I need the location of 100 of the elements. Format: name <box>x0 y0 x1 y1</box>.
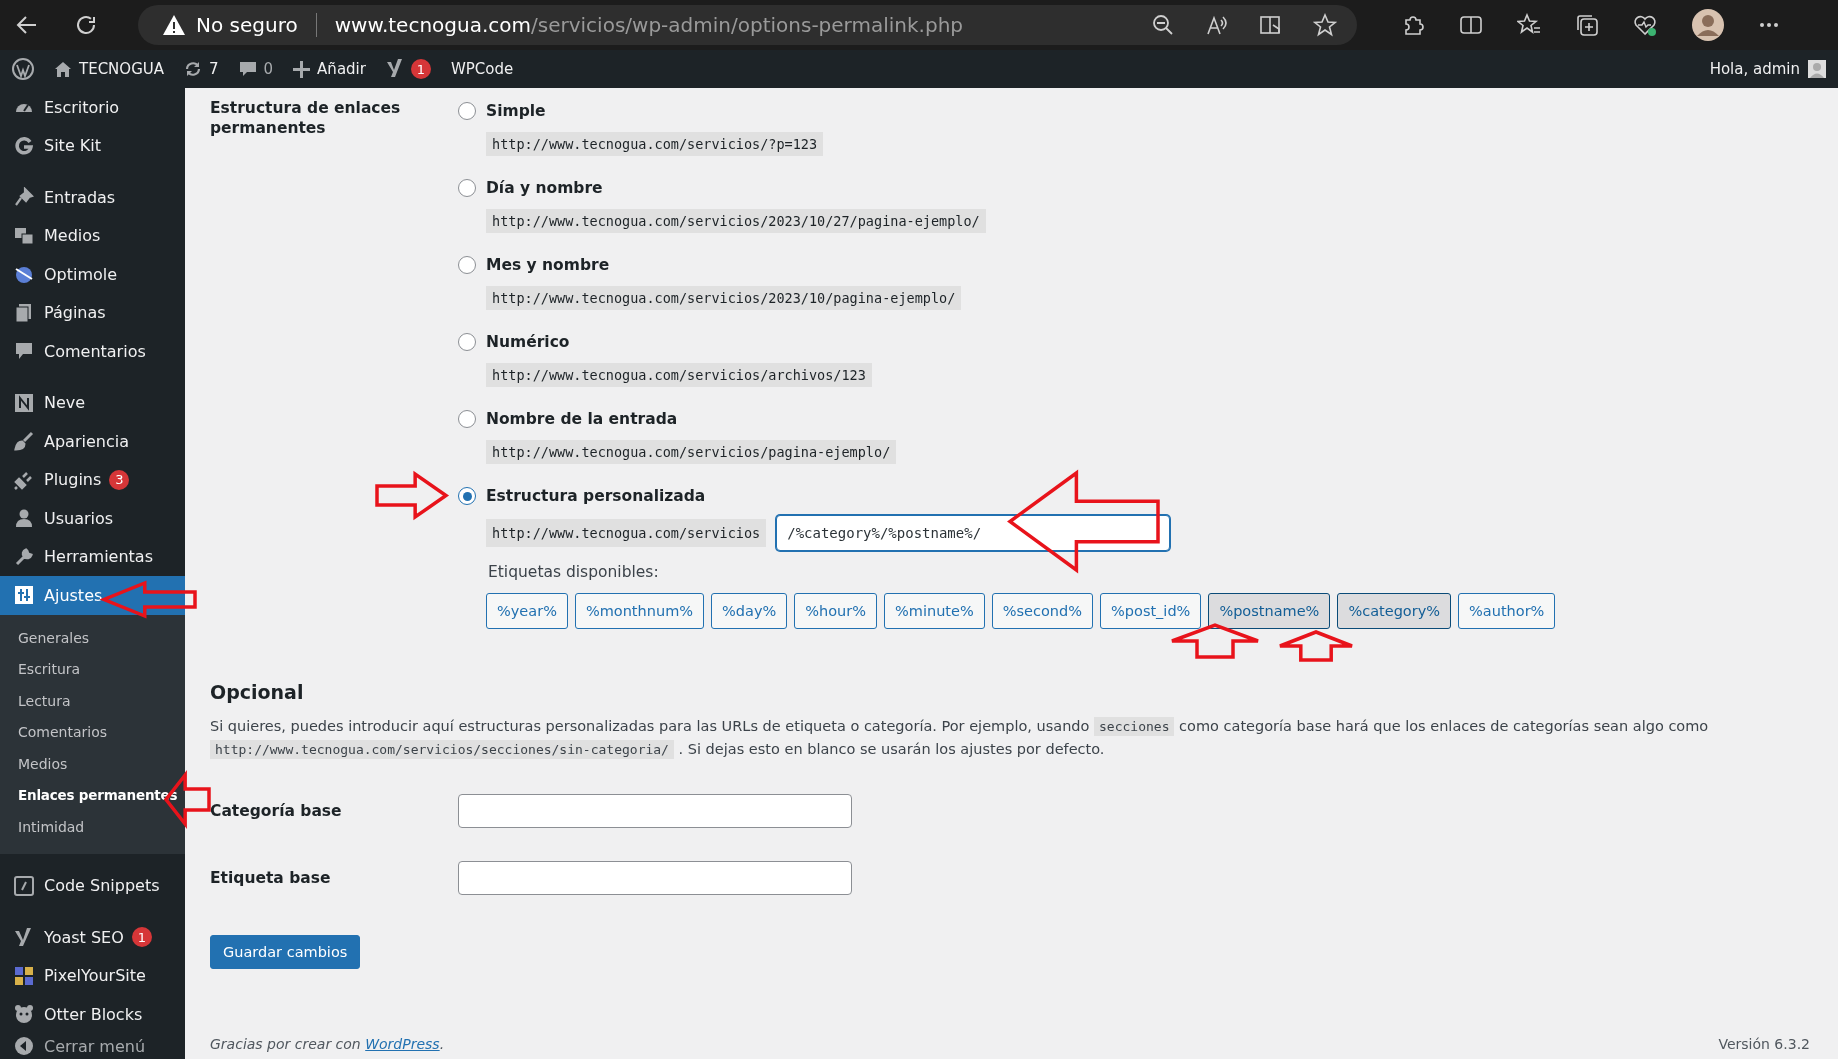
option-label: Día y nombre <box>486 179 603 197</box>
option-label: Mes y nombre <box>486 256 610 274</box>
tag-button[interactable]: %minute% <box>884 593 985 629</box>
menu-item[interactable]: Entradas <box>0 178 185 217</box>
radio-button[interactable] <box>458 179 476 197</box>
count-badge: 1 <box>131 927 152 948</box>
updates-link[interactable]: 7 <box>184 60 219 78</box>
menu-item[interactable]: Neve <box>0 383 185 422</box>
submenu-item[interactable]: Generales <box>0 622 185 655</box>
description-text: Si quieres, puedes introducir aquí estructuras personalizadas para las URLs de etiqueta o categoría. Por ejemplo, usando secciones como categoría base hará que los enlaces de categorías sean algo como http://www.tecnogua.com/servicios/secciones/sin-categoria/ . Si dejas esto en blanco se usarán los ajustes por defecto. <box>210 716 1710 761</box>
g-logo-icon <box>14 135 34 156</box>
pages-icon <box>14 302 34 323</box>
field-label: Etiqueta base <box>210 868 332 888</box>
example-url: http://www.tecnogua.com/servicios/2023/10/27/pagina-ejemplo/ <box>486 209 986 233</box>
tag-button[interactable]: %author% <box>1458 593 1556 629</box>
star-icon[interactable] <box>1313 13 1337 37</box>
tags-label: Etiquetas disponibles: <box>488 563 660 581</box>
text-input[interactable] <box>458 861 852 895</box>
menu-item[interactable]: Medios <box>0 216 185 255</box>
tag-button[interactable]: %year% <box>486 593 568 629</box>
security-label[interactable]: No seguro <box>196 13 298 37</box>
menu-item[interactable]: PixelYourSite <box>0 956 185 996</box>
square-logo-icon <box>14 392 34 413</box>
menu-item[interactable]: Apariencia <box>0 422 185 461</box>
submenu-item[interactable]: Escritura <box>0 654 185 686</box>
submenu-item[interactable]: Medios <box>0 748 185 781</box>
tag-button[interactable]: %category% <box>1337 593 1452 629</box>
speech-bubble-icon <box>238 60 257 78</box>
tag-button[interactable]: %day% <box>711 593 788 629</box>
site-name-link[interactable]: TECNOGUA <box>54 60 164 78</box>
menu-item[interactable]: Otter Blocks <box>0 995 185 1034</box>
seo-menu-link[interactable]: 1 <box>385 59 431 79</box>
greeting-link[interactable]: Hola, admin <box>1709 60 1800 78</box>
radio-button[interactable] <box>458 410 476 428</box>
footer-text: Gracias por crear con WordPress. <box>210 1036 445 1052</box>
menu-item[interactable]: Code Snippets <box>0 866 185 906</box>
tag-button[interactable]: %second% <box>991 593 1094 629</box>
field-label: Estructura de enlaces permanentes <box>210 98 402 138</box>
read-aloud-icon[interactable] <box>1205 13 1229 37</box>
bear-icon <box>14 1004 34 1025</box>
wordpress-link[interactable]: WordPress <box>365 1036 440 1052</box>
menu-item[interactable]: Optimole <box>0 255 185 294</box>
radio-button[interactable] <box>458 487 476 505</box>
health-heart-icon[interactable] <box>1633 13 1657 37</box>
menu-item[interactable]: Yoast SEO 1 <box>0 918 185 957</box>
tag-button[interactable]: %post_id% <box>1100 593 1202 629</box>
y-logo-icon <box>385 59 404 79</box>
split-screen-icon[interactable] <box>1459 13 1483 37</box>
code-icon <box>14 875 34 896</box>
example-url: http://www.tecnogua.com/servicios/2023/10/pagina-ejemplo/ <box>486 286 962 310</box>
reload-icon[interactable] <box>74 13 98 37</box>
example-url: http://www.tecnogua.com/servicios/pagina-ejemplo/ <box>486 440 897 464</box>
sliders-icon <box>14 585 34 606</box>
reader-icon[interactable] <box>1259 13 1283 37</box>
paintbrush-icon <box>14 431 34 452</box>
structure-input[interactable]: /%category%/%postname%/ <box>776 515 1171 551</box>
count-badge: 3 <box>109 469 130 490</box>
tag-button[interactable]: %postname% <box>1208 593 1331 629</box>
tag-button[interactable]: %monthnum% <box>574 593 705 629</box>
radio-button[interactable] <box>458 256 476 274</box>
radio-button[interactable] <box>458 102 476 120</box>
menu-item[interactable]: Comentarios <box>0 332 185 371</box>
comments-link[interactable]: 0 <box>238 60 274 78</box>
pushpin-icon <box>14 187 34 208</box>
menu-item[interactable]: Páginas <box>0 293 185 332</box>
favorites-icon[interactable] <box>1517 13 1541 37</box>
field-label: Categoría base <box>210 801 343 821</box>
radio-button[interactable] <box>458 333 476 351</box>
tag-button[interactable]: %hour% <box>794 593 878 629</box>
home-icon <box>54 60 72 78</box>
warning-icon <box>162 13 186 37</box>
submenu-item[interactable]: Lectura <box>0 685 185 718</box>
save-button[interactable]: Guardar cambios <box>210 935 361 969</box>
wordpress-logo-icon[interactable] <box>12 58 34 80</box>
address-url[interactable]: www.tecnogua.com/servicios/wp-admin/options-permalink.php <box>334 13 1141 37</box>
submenu-item[interactable]: Comentarios <box>0 717 185 749</box>
text-input[interactable] <box>458 794 852 828</box>
planet-icon <box>14 264 34 285</box>
option-label: Simple <box>486 102 546 120</box>
menu-item[interactable]: Plugins 3 <box>0 460 185 499</box>
option-label: Estructura personalizada <box>486 487 706 505</box>
menu-item[interactable]: Escritorio <box>0 88 185 127</box>
option-label: Nombre de la entrada <box>486 410 678 428</box>
menu-item[interactable]: Ajustes <box>0 576 185 615</box>
menu-item[interactable]: Herramientas <box>0 537 185 576</box>
media-icon <box>14 225 34 246</box>
collections-icon[interactable] <box>1575 13 1599 37</box>
option-label: Numérico <box>486 333 570 351</box>
submenu-item[interactable]: Intimidad <box>0 812 185 844</box>
plus-icon <box>293 60 311 78</box>
section-title: Opcional <box>210 681 305 703</box>
menu-item[interactable]: Usuarios <box>0 499 185 538</box>
plugin-menu-link[interactable]: WPCode <box>450 60 514 78</box>
wrench-icon <box>14 546 34 567</box>
new-content-link[interactable]: Añadir <box>293 60 366 78</box>
profile-avatar-icon[interactable] <box>1691 8 1725 42</box>
new-content-label: Añadir <box>317 60 366 78</box>
collapse-menu-button[interactable]: Cerrar menú <box>0 1033 185 1059</box>
zoom-out-icon[interactable] <box>1151 13 1175 37</box>
menu-item[interactable]: Site Kit <box>0 126 185 165</box>
